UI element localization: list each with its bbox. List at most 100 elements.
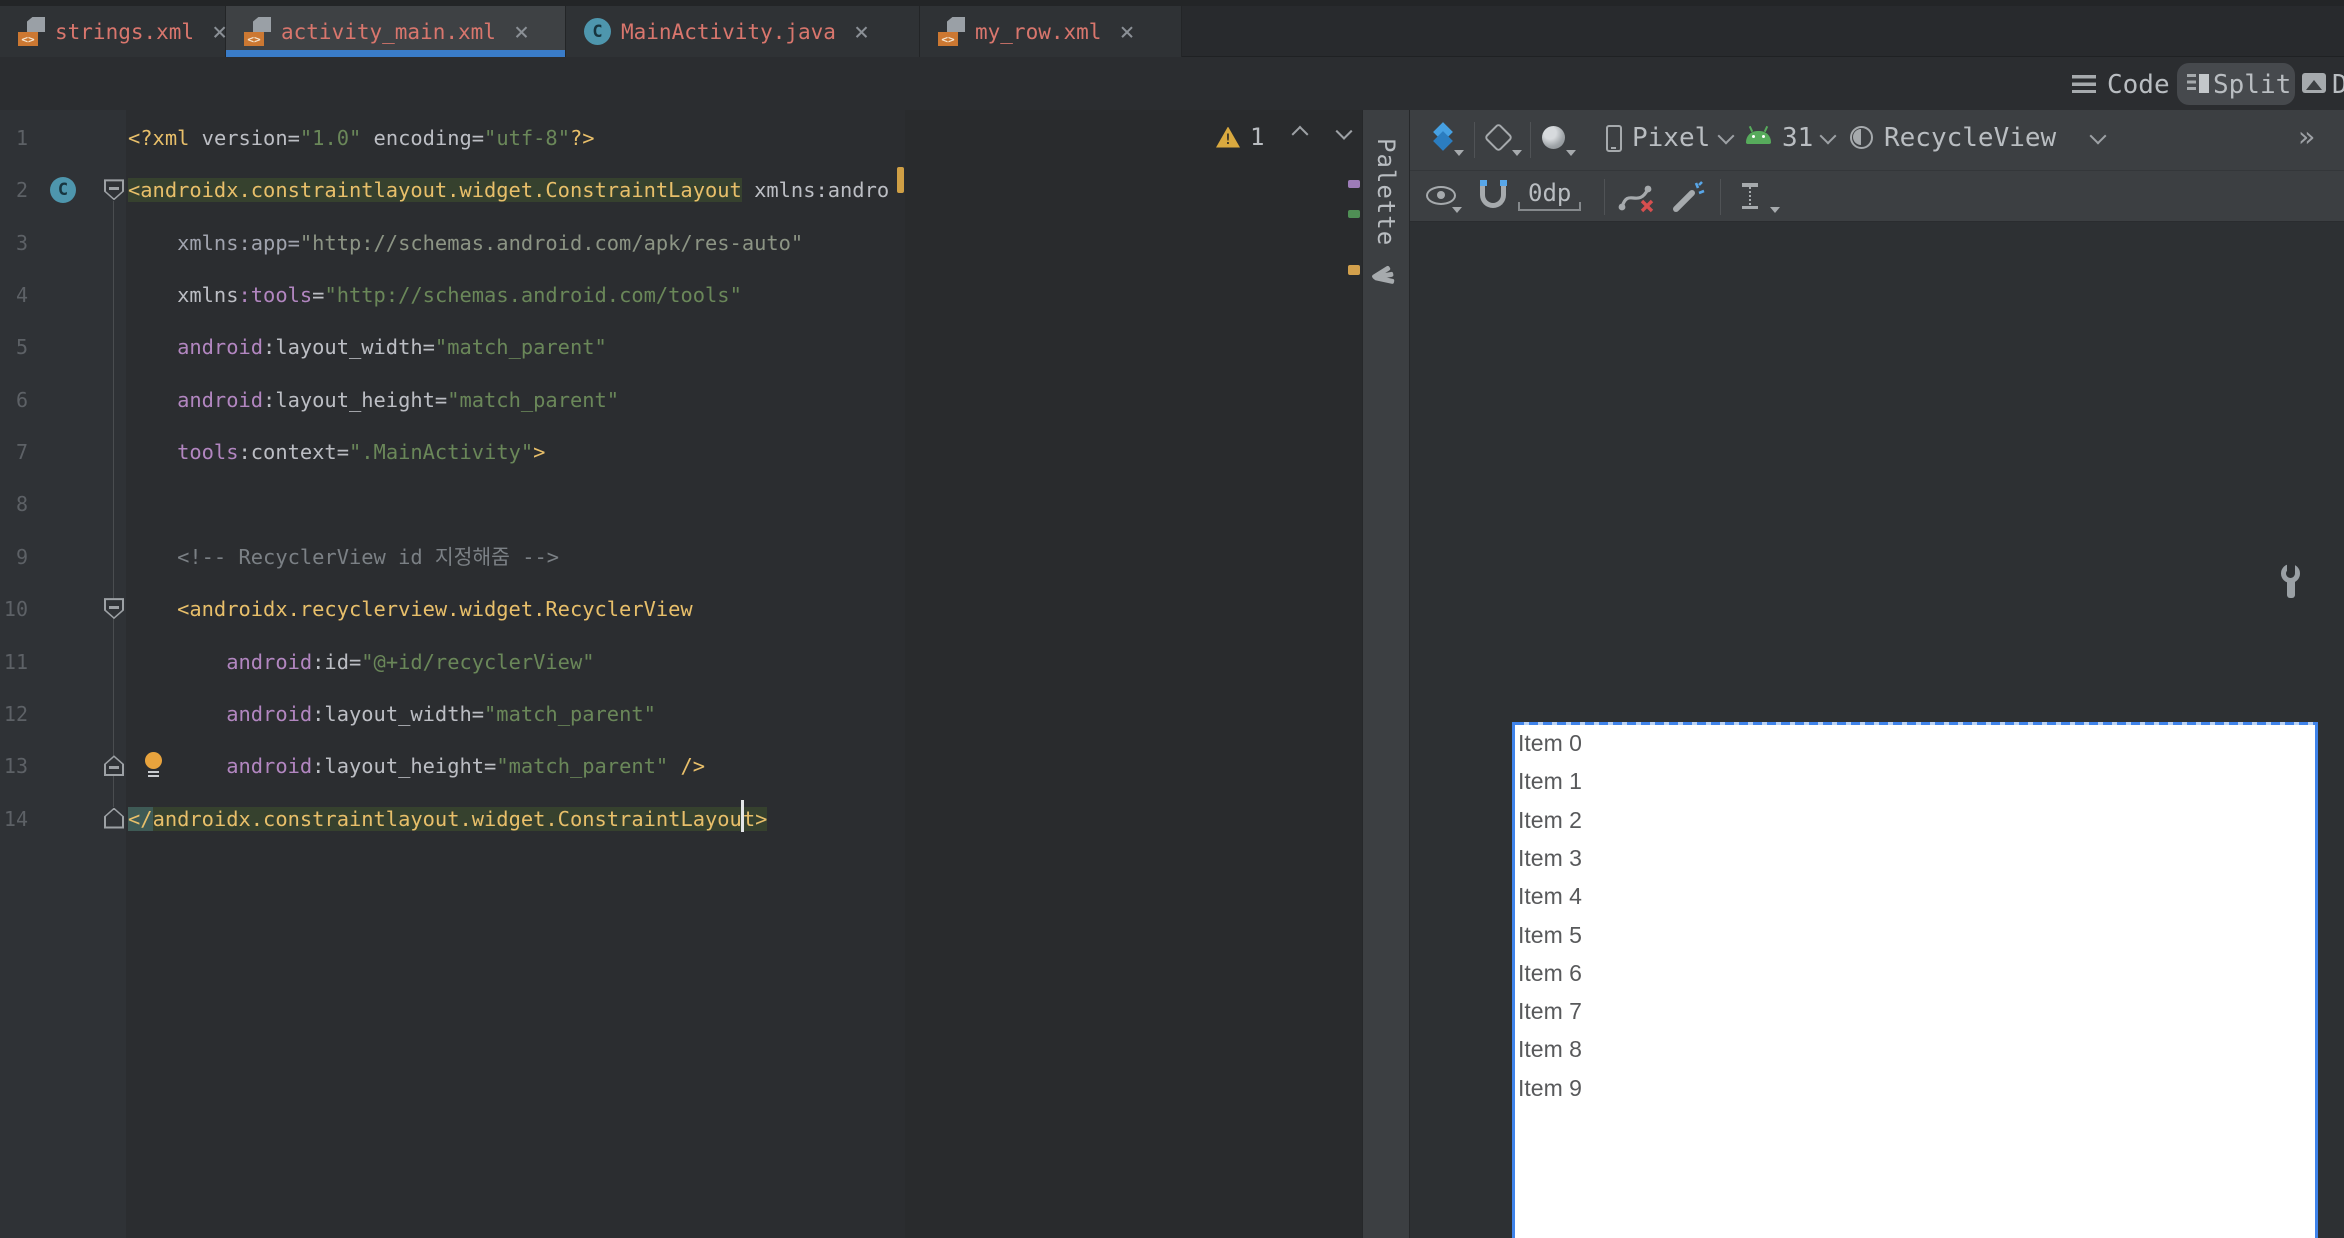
line-number: 1 [0, 112, 28, 164]
close-tab-icon[interactable]: × [514, 19, 529, 44]
design-surface[interactable]: Item 0 Item 1 Item 2 Item 3 Item 4 Item 5 Item… [1410, 222, 2344, 1238]
fold-guide-line [113, 201, 114, 807]
code-line-11[interactable]: android:id="@+id/recyclerView" [128, 636, 595, 688]
night-mode-icon[interactable] [1542, 126, 1565, 149]
close-tab-icon[interactable]: × [212, 19, 227, 44]
error-stripe-mark[interactable] [1348, 180, 1360, 188]
code-line-7[interactable]: tools:context=".MainActivity"> [128, 426, 545, 478]
infer-constraints-wand-icon[interactable] [1668, 179, 1708, 215]
line-number: 2 [0, 164, 28, 216]
theme-dropdown-chevron-icon[interactable] [2090, 128, 2107, 145]
code-mode-button[interactable]: Code [2107, 70, 2170, 100]
code-line-10[interactable]: <androidx.recyclerview.widget.RecyclerVi… [128, 583, 693, 635]
preview-item-3[interactable]: Item 3 [1518, 845, 1582, 872]
next-warning-chevron-icon[interactable] [1336, 123, 1353, 140]
autoconnect-magnet-icon[interactable] [1480, 185, 1506, 208]
line-number: 6 [0, 374, 28, 426]
previous-warning-chevron-icon[interactable] [1292, 126, 1309, 143]
preview-item-5[interactable]: Item 5 [1518, 922, 1582, 949]
code-line-3[interactable]: xmlns:app="http://schemas.android.com/ap… [128, 217, 803, 269]
toolbar-overflow-button[interactable]: » [2298, 120, 2315, 153]
tab-label: MainActivity.java [621, 20, 836, 44]
error-stripe-mark[interactable] [1348, 210, 1360, 218]
layers-dropdown-icon[interactable] [1454, 150, 1464, 156]
line-number: 9 [0, 531, 28, 583]
design-mode-button[interactable]: D [2332, 70, 2344, 100]
line-number: 7 [0, 426, 28, 478]
pack-dropdown-icon[interactable] [1770, 207, 1780, 213]
line-number: 8 [0, 478, 28, 530]
active-tab-underline [226, 50, 565, 57]
line-number: 11 [0, 636, 28, 688]
line-number: 4 [0, 269, 28, 321]
preview-item-6[interactable]: Item 6 [1518, 960, 1582, 987]
tab-my_row.xml[interactable]: <>my_row.xml× [920, 6, 1182, 57]
view-options-dropdown-icon[interactable] [1452, 207, 1462, 213]
wrench-icon[interactable] [2280, 564, 2302, 600]
xml-file-icon: <> [18, 17, 45, 46]
error-stripe-mark[interactable] [1348, 265, 1360, 275]
line-number: 10 [0, 583, 28, 635]
code-line-2[interactable]: <androidx.constraintlayout.widget.Constr… [128, 164, 889, 216]
night-mode-dropdown-icon[interactable] [1566, 150, 1576, 156]
tab-MainActivity.java[interactable]: C MainActivity.java × [566, 6, 920, 57]
preview-item-2[interactable]: Item 2 [1518, 807, 1582, 834]
preview-item-4[interactable]: Item 4 [1518, 883, 1582, 910]
warning-stripe-mark[interactable] [897, 167, 904, 193]
code-mode-icon [2072, 75, 2096, 93]
inspections-widget[interactable]: ! 1 [1216, 122, 1350, 152]
code-line-9[interactable]: <!-- RecyclerView id 지정해줌 --> [128, 531, 559, 583]
line-number: 3 [0, 217, 28, 269]
intention-bulb-icon[interactable] [145, 752, 163, 779]
close-tab-icon[interactable]: × [854, 19, 869, 44]
line-number: 14 [0, 793, 28, 845]
preview-item-7[interactable]: Item 7 [1518, 998, 1582, 1025]
warning-count: 1 [1250, 123, 1264, 151]
line-number: 13 [0, 740, 28, 792]
tab-strings.xml[interactable]: <> strings.xml × [0, 6, 226, 57]
design-toolbar-constraints: 0dp [1410, 170, 2344, 222]
tab-label: my_row.xml [975, 20, 1101, 44]
preview-item-1[interactable]: Item 1 [1518, 768, 1582, 795]
editor-right-shade [905, 110, 1362, 1238]
palette-icon [1374, 260, 1398, 280]
palette-label: Palette [1372, 138, 1400, 246]
code-line-14[interactable]: </androidx.constraintlayout.widget.Const… [128, 793, 767, 845]
design-toolbar-main: Pixel 31 RecycleView » [1410, 110, 2344, 170]
code-line-6[interactable]: android:layout_height="match_parent" [128, 374, 619, 426]
android-studio-window: <>strings.xml×<>activity_main.xml×CMainA… [0, 0, 2344, 1238]
palette-tool-window-button[interactable]: Palette [1362, 110, 1410, 1238]
orientation-dropdown-icon[interactable] [1512, 150, 1522, 156]
code-line-4[interactable]: xmlns:tools="http://schemas.android.com/… [128, 269, 742, 321]
orientation-icon[interactable] [1484, 123, 1514, 153]
split-mode-button[interactable]: Split [2213, 70, 2291, 100]
android-api-icon [1746, 131, 1771, 144]
line-number: 12 [0, 688, 28, 740]
device-dropdown-chevron-icon[interactable] [1718, 128, 1735, 145]
api-level-selector[interactable]: 31 [1782, 123, 1813, 153]
code-line-13[interactable]: android:layout_height="match_parent" /> [128, 740, 705, 792]
device-selector[interactable]: Pixel [1632, 123, 1710, 153]
device-icon [1606, 125, 1622, 152]
preview-item-9[interactable]: Item 9 [1518, 1075, 1582, 1102]
design-preview-panel: Pixel 31 RecycleView » 0dp [1410, 110, 2344, 1238]
code-line-5[interactable]: android:layout_width="match_parent" [128, 321, 607, 373]
tab-label: strings.xml [55, 20, 194, 44]
close-tab-icon[interactable]: × [1119, 19, 1134, 44]
api-dropdown-chevron-icon[interactable] [1820, 128, 1837, 145]
device-preview-screen[interactable]: Item 0 Item 1 Item 2 Item 3 Item 4 Item 5 Item… [1512, 722, 2318, 1238]
tab-activity_main.xml[interactable]: <>activity_main.xml× [226, 6, 566, 57]
clear-constraints-icon[interactable] [1616, 181, 1658, 215]
theme-selector[interactable]: RecycleView [1884, 123, 2056, 153]
java-class-icon: C [584, 18, 611, 45]
code-line-1[interactable]: <?xml version="1.0" encoding="utf-8"?> [128, 112, 595, 164]
code-line-12[interactable]: android:layout_width="match_parent" [128, 688, 656, 740]
default-margins-control[interactable]: 0dp [1518, 179, 1581, 211]
tab-label: activity_main.xml [281, 20, 496, 44]
split-mode-icon [2187, 74, 2209, 93]
view-options-eye-icon[interactable] [1426, 186, 1456, 205]
preview-item-0[interactable]: Item 0 [1518, 730, 1582, 757]
code-editor[interactable]: ! 1 1 <?xml version="1.0" encoding="utf-8… [0, 110, 1362, 1238]
preview-item-8[interactable]: Item 8 [1518, 1036, 1582, 1063]
pack-align-icon[interactable] [1742, 183, 1758, 209]
